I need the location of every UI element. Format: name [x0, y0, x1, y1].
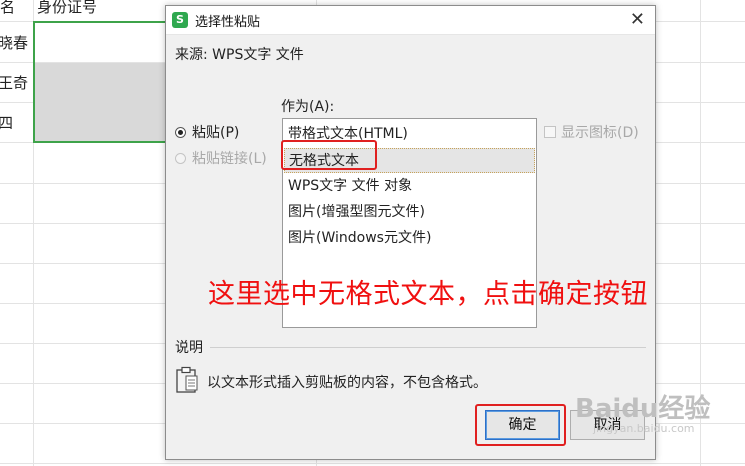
header-cell-id-number[interactable]: 身份证号	[37, 0, 97, 17]
wps-spreadsheet-icon: S	[172, 12, 188, 28]
show-icon-checkbox-box	[544, 126, 556, 138]
cell-name-row-2[interactable]: 王奇	[0, 72, 28, 93]
close-icon[interactable]: ✕	[630, 9, 645, 30]
highlight-plain-text	[281, 140, 377, 170]
description-text: 以文本形式插入剪贴板的内容，不包含格式。	[207, 375, 487, 391]
radio-paste-label: 粘贴(P)	[192, 125, 240, 141]
paste-as-label: 作为(A):	[281, 99, 335, 115]
radio-paste-link: 粘贴链接(L)	[175, 148, 267, 168]
radio-paste-indicator[interactable]	[175, 126, 186, 138]
dialog-title: 选择性粘贴	[195, 15, 261, 30]
radio-paste[interactable]: 粘贴(P)	[175, 122, 239, 142]
baidu-watermark-url: jingyan.baidu.com	[593, 422, 695, 435]
baidu-watermark: Baidu经验	[575, 394, 711, 424]
list-item-enhanced-metafile[interactable]: 图片(增强型图元文件)	[284, 200, 535, 225]
radio-paste-link-label: 粘贴链接(L)	[192, 151, 267, 167]
cell-name-row-3[interactable]: 四	[0, 112, 13, 133]
selection-range[interactable]	[33, 21, 167, 143]
grid-line	[0, 463, 745, 464]
highlight-ok-button	[475, 404, 566, 446]
show-icon-checkbox: 显示图标(D)	[544, 122, 639, 142]
show-icon-label: 显示图标(D)	[561, 125, 639, 141]
cell-name-row-1[interactable]: 晓春	[0, 32, 28, 53]
clipboard-icon	[176, 366, 198, 393]
instruction-annotation: 这里选中无格式文本，点击确定按钮	[208, 279, 648, 310]
list-item-windows-metafile[interactable]: 图片(Windows元文件)	[284, 226, 535, 251]
source-label: 来源: WPS文字 文件	[175, 47, 304, 63]
list-item-wps-object[interactable]: WPS文字 文件 对象	[284, 174, 535, 199]
radio-paste-link-indicator	[175, 152, 186, 164]
description-divider	[210, 347, 646, 348]
header-cell-name[interactable]: 名	[0, 0, 15, 17]
dialog-titlebar[interactable]: S 选择性粘贴 ✕	[166, 6, 655, 35]
description-label: 说明	[175, 340, 203, 356]
